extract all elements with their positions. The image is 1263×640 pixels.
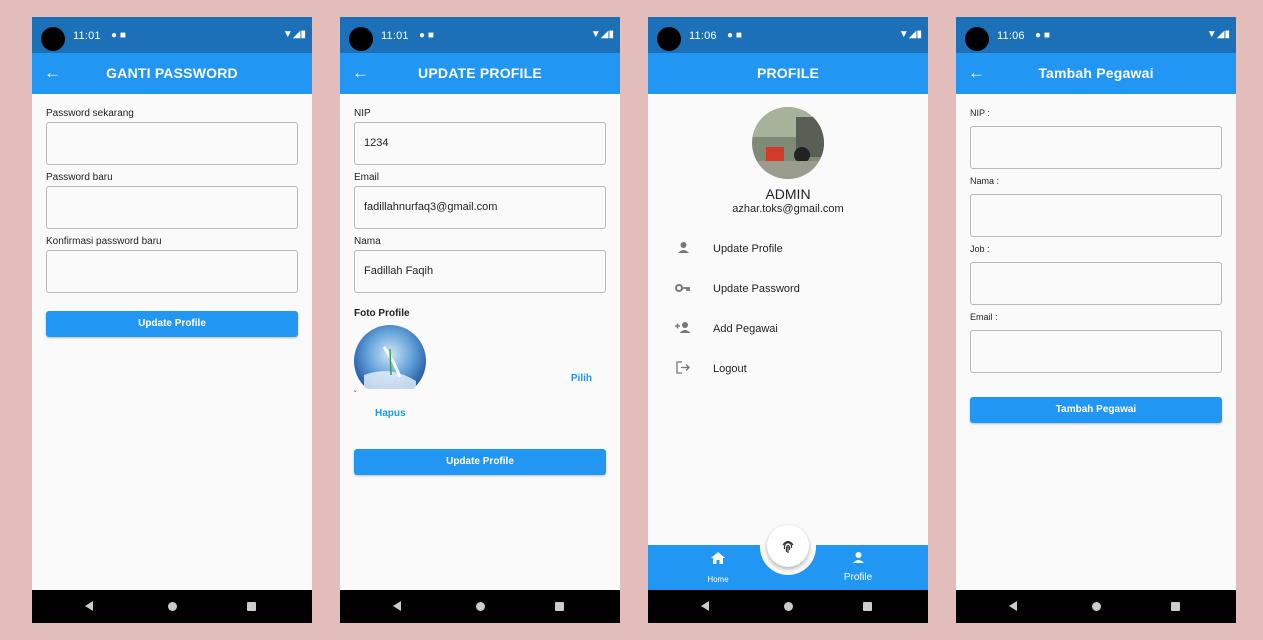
menu-label: Add Pegawai [713, 323, 778, 335]
nav-home-icon[interactable] [168, 602, 177, 611]
status-bar: 11:01 ● ■ ▼◢▮ [32, 17, 312, 53]
camera-cutout [965, 27, 989, 51]
phone-profile: 11:06 ● ■ ▼◢▮ PROFILE ADMIN azhar.toks@g… [648, 17, 928, 623]
email-label: Email [354, 172, 380, 183]
current-password-label: Password sekarang [46, 108, 134, 119]
app-bar: ← GANTI PASSWORD [32, 53, 312, 94]
menu-label: Update Profile [713, 243, 783, 255]
notification-icons: ● ■ [419, 30, 434, 41]
confirm-password-label: Konfirmasi password baru [46, 236, 162, 247]
bottom-navigation: Home Profile [648, 519, 928, 590]
phone-add-employee: 11:06 ● ■ ▼◢▮ ← Tambah Pegawai NIP : Nam… [956, 17, 1236, 623]
fingerprint-icon[interactable] [767, 525, 809, 567]
nip-label: NIP [354, 108, 371, 119]
add-employee-button[interactable]: Tambah Pegawai [970, 397, 1222, 423]
person-icon [674, 241, 692, 257]
status-bar: 11:06 ● ■ ▼◢▮ [956, 17, 1236, 53]
profile-email: azhar.toks@gmail.com [732, 203, 844, 215]
home-label: Home [707, 575, 729, 584]
confirm-password-input[interactable] [46, 250, 298, 293]
camera-cutout [41, 27, 65, 51]
nav-recents-icon[interactable] [247, 602, 256, 611]
delete-photo-link[interactable]: Hapus [375, 408, 406, 419]
job-input[interactable] [970, 262, 1222, 305]
system-nav-bar [32, 590, 312, 623]
person-icon [838, 551, 878, 569]
current-password-input[interactable] [46, 122, 298, 165]
signal-battery-icons: ▼◢▮ [898, 29, 922, 40]
camera-cutout [657, 27, 681, 51]
update-button[interactable]: Update Profile [46, 311, 298, 337]
profile-photo-preview [354, 325, 426, 389]
nav-back-icon[interactable] [1009, 601, 1017, 611]
signal-battery-icons: ▼◢▮ [282, 29, 306, 40]
name-label: Nama : [970, 176, 1000, 186]
update-profile-button[interactable]: Update Profile [354, 449, 606, 475]
system-nav-bar [956, 590, 1236, 623]
status-time: 11:06 [997, 30, 1025, 42]
nav-profile-tab[interactable]: Profile [838, 551, 878, 583]
nip-label: NIP : [970, 108, 990, 118]
menu-update-password[interactable]: Update Password [648, 270, 928, 310]
app-bar: PROFILE [648, 53, 928, 94]
nav-recents-icon[interactable] [1171, 602, 1180, 611]
signal-battery-icons: ▼◢▮ [590, 29, 614, 40]
nav-home-tab[interactable]: Home [700, 551, 736, 584]
logout-icon [674, 361, 692, 377]
notification-icons: ● ■ [727, 30, 742, 41]
new-password-label: Password baru [46, 172, 113, 183]
nav-home-icon[interactable] [476, 602, 485, 611]
page-title: UPDATE PROFILE [418, 65, 542, 81]
profile-name: ADMIN [765, 186, 811, 202]
menu-add-pegawai[interactable]: Add Pegawai [648, 310, 928, 350]
menu-label: Logout [713, 363, 747, 375]
email-input[interactable] [970, 330, 1222, 373]
person-add-icon [674, 321, 692, 337]
nip-input[interactable] [970, 126, 1222, 169]
status-time: 11:01 [73, 30, 101, 42]
camera-cutout [349, 27, 373, 51]
status-time: 11:06 [689, 30, 717, 42]
profile-label: Profile [843, 572, 873, 583]
nav-home-icon[interactable] [1092, 602, 1101, 611]
nav-back-icon[interactable] [393, 601, 401, 611]
menu-label: Update Password [713, 283, 800, 295]
photo-label: Foto Profile [354, 308, 410, 319]
system-nav-bar [340, 590, 620, 623]
nip-input[interactable]: 1234 [354, 122, 606, 165]
name-input[interactable]: Fadillah Faqih [354, 250, 606, 293]
menu-update-profile[interactable]: Update Profile [648, 230, 928, 270]
email-input[interactable]: fadillahnurfaq3@gmail.com [354, 186, 606, 229]
signal-battery-icons: ▼◢▮ [1206, 29, 1230, 40]
menu-logout[interactable]: Logout [648, 350, 928, 390]
phone-change-password: 11:01 ● ■ ▼◢▮ ← GANTI PASSWORD Password … [32, 17, 312, 623]
page-title: PROFILE [756, 65, 820, 81]
page-title: Tambah Pegawai [1038, 65, 1154, 81]
key-icon [674, 281, 692, 296]
app-bar: ← Tambah Pegawai [956, 53, 1236, 94]
email-label: Email : [970, 312, 998, 322]
phone-update-profile: 11:01 ● ■ ▼◢▮ ← UPDATE PROFILE NIP 1234 … [340, 17, 620, 623]
job-label: Job : [970, 244, 990, 254]
name-label: Nama [354, 236, 381, 247]
nav-back-icon[interactable] [85, 601, 93, 611]
notification-icons: ● ■ [1035, 30, 1050, 41]
name-input[interactable] [970, 194, 1222, 237]
nav-recents-icon[interactable] [555, 602, 564, 611]
app-bar: ← UPDATE PROFILE [340, 53, 620, 94]
status-bar: 11:01 ● ■ ▼◢▮ [340, 17, 620, 53]
nav-recents-icon[interactable] [863, 602, 872, 611]
notification-icons: ● ■ [111, 30, 126, 41]
nav-back-icon[interactable] [701, 601, 709, 611]
system-nav-bar [648, 590, 928, 623]
page-title: GANTI PASSWORD [106, 65, 238, 81]
home-icon [700, 551, 736, 569]
pick-photo-link[interactable]: Pilih [571, 373, 592, 384]
status-time: 11:01 [381, 30, 409, 42]
new-password-input[interactable] [46, 186, 298, 229]
avatar [752, 107, 824, 179]
nav-home-icon[interactable] [784, 602, 793, 611]
status-bar: 11:06 ● ■ ▼◢▮ [648, 17, 928, 53]
